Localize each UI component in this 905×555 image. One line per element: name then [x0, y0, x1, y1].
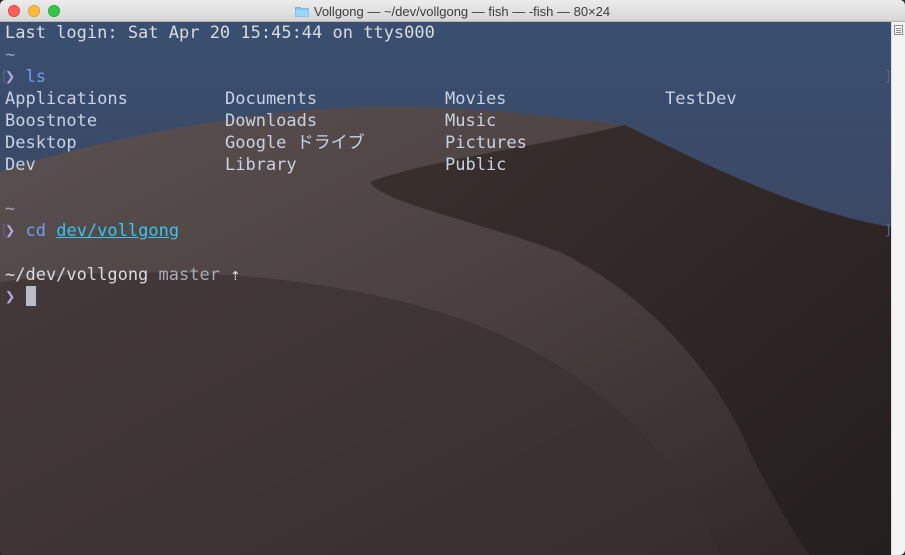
- git-status-icon: ⇡: [230, 265, 241, 285]
- ls-item: Public: [445, 155, 507, 175]
- cd-path-link[interactable]: dev/vollgong: [56, 221, 179, 241]
- terminal-window: Vollgong — ~/dev/vollgong — fish — -fish…: [0, 0, 905, 555]
- ls-item: Applications: [5, 89, 128, 109]
- home-path-line: ~: [5, 45, 16, 65]
- ls-item: Boostnote: [5, 111, 98, 131]
- split-pane-icon[interactable]: [894, 25, 903, 35]
- folder-icon: [294, 6, 309, 17]
- cwd-path: ~/dev/vollgong: [5, 265, 149, 285]
- ls-item: Dev: [5, 155, 36, 175]
- command-ls: ls: [25, 67, 46, 87]
- ls-item: Music: [445, 111, 497, 131]
- prompt-char: ❯: [5, 287, 16, 307]
- ls-item: Desktop: [5, 133, 77, 153]
- cwd-line: ~/dev/vollgong master ⇡: [5, 264, 240, 286]
- active-prompt-line[interactable]: ❯: [5, 286, 36, 308]
- prompt-bracket-right: ]: [884, 69, 891, 85]
- title-bar[interactable]: Vollgong — ~/dev/vollgong — fish — -fish…: [0, 0, 905, 22]
- ls-item: Pictures: [445, 133, 527, 153]
- text-cursor: [25, 286, 36, 306]
- git-branch: master: [158, 265, 220, 285]
- ls-item: TestDev: [665, 89, 737, 109]
- last-login-line: Last login: Sat Apr 20 15:45:44 on ttys0…: [5, 23, 435, 43]
- ls-item: Library: [225, 155, 297, 175]
- command-cd: cd: [25, 221, 46, 241]
- prompt-line-cd: ❯ cd dev/vollgong: [5, 220, 179, 242]
- home-path-line: ~: [5, 199, 16, 219]
- terminal-content[interactable]: Last login: Sat Apr 20 15:45:44 on ttys0…: [0, 22, 891, 555]
- ls-item: Google ドライブ: [225, 133, 365, 153]
- window-title: Vollgong — ~/dev/vollgong — fish — -fish…: [313, 3, 611, 19]
- prompt-bracket-right: ]: [884, 223, 891, 239]
- ls-item: Movies: [445, 89, 507, 109]
- prompt-line-ls: ❯ ls: [5, 66, 46, 88]
- scrollbar[interactable]: [891, 22, 905, 555]
- ls-item: Documents: [225, 89, 318, 109]
- prompt-char: ❯: [5, 221, 16, 241]
- prompt-char: ❯: [5, 67, 16, 87]
- ls-item: Downloads: [225, 111, 318, 131]
